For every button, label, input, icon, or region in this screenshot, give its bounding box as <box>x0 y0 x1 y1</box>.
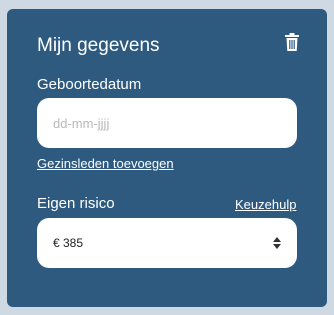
deductible-select[interactable]: € 385 <box>37 218 297 268</box>
personal-details-card: Mijn gegevens Geboortedatum Gezinsleden … <box>7 9 327 307</box>
deductible-label: Eigen risico <box>37 195 115 212</box>
trash-icon[interactable] <box>285 33 299 51</box>
deductible-selected-value: € 385 <box>53 236 84 250</box>
card-title: Mijn gegevens <box>37 35 160 56</box>
sort-arrows-icon <box>273 237 281 249</box>
add-family-members-link[interactable]: Gezinsleden toevoegen <box>37 156 174 171</box>
choice-help-link[interactable]: Keuzehulp <box>235 197 296 212</box>
birthdate-label: Geboortedatum <box>37 76 142 93</box>
birthdate-input[interactable] <box>37 98 297 148</box>
